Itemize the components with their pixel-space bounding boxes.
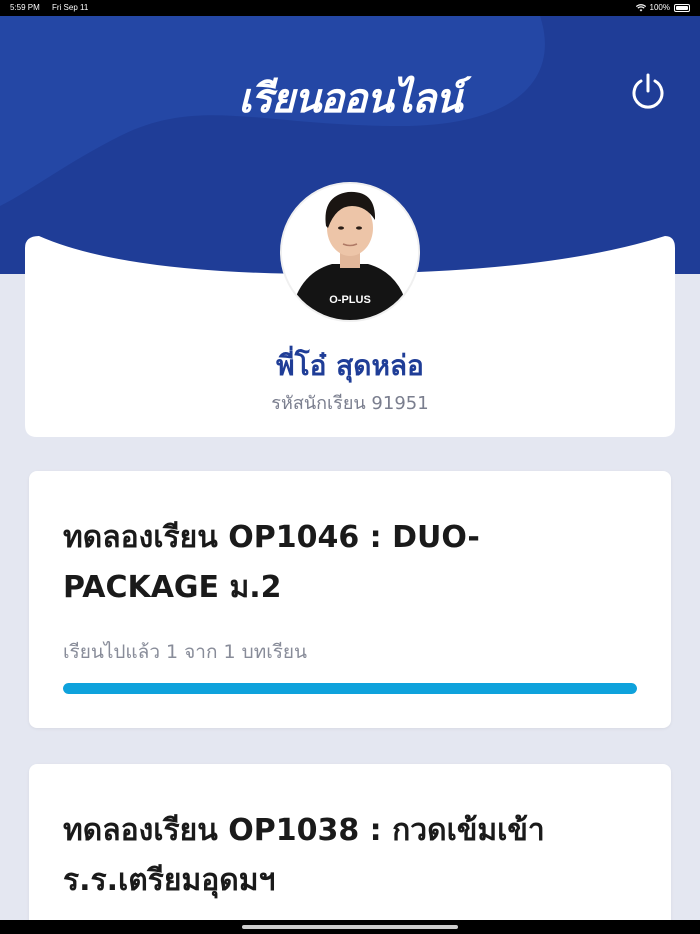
wifi-icon xyxy=(635,3,646,11)
course-title: ทดลองเรียน OP1038 : กวดเข้มเข้า ร.ร.เตรี… xyxy=(63,813,545,898)
home-indicator-bar xyxy=(0,920,700,934)
course-card[interactable]: ทดลองเรียน OP1046 : DUO-PACKAGE ม.2 เรีย… xyxy=(29,471,671,728)
battery-percent: 100% xyxy=(649,3,670,12)
profile-card: O-PLUS พี่โอ๋ สุดหล่อ รหัสนักเรียน 91951 xyxy=(25,182,675,437)
power-icon[interactable] xyxy=(629,72,667,110)
student-name: พี่โอ๋ สุดหล่อ xyxy=(276,349,424,382)
status-right: 100% xyxy=(635,3,690,12)
course-card[interactable]: ทดลองเรียน OP1038 : กวดเข้มเข้า ร.ร.เตรี… xyxy=(29,764,671,934)
progress-bar xyxy=(63,683,637,694)
avatar[interactable]: O-PLUS xyxy=(280,182,420,322)
student-id: รหัสนักเรียน 91951 xyxy=(271,393,429,414)
status-bar: 5:59 PM Fri Sep 11 100% xyxy=(0,0,700,16)
status-date: Fri Sep 11 xyxy=(52,3,89,12)
progress-bar-fill xyxy=(63,683,637,694)
status-time: 5:59 PM xyxy=(10,3,40,12)
battery-icon xyxy=(674,3,690,12)
app-title: เรียนออนไลน์ xyxy=(238,76,462,122)
avatar-shirt-logo: O-PLUS xyxy=(329,294,371,306)
home-indicator[interactable] xyxy=(242,925,458,929)
course-title: ทดลองเรียน OP1046 : DUO-PACKAGE ม.2 xyxy=(63,520,480,605)
course-progress-text: เรียนไปแล้ว 1 จาก 1 บทเรียน xyxy=(63,641,308,663)
